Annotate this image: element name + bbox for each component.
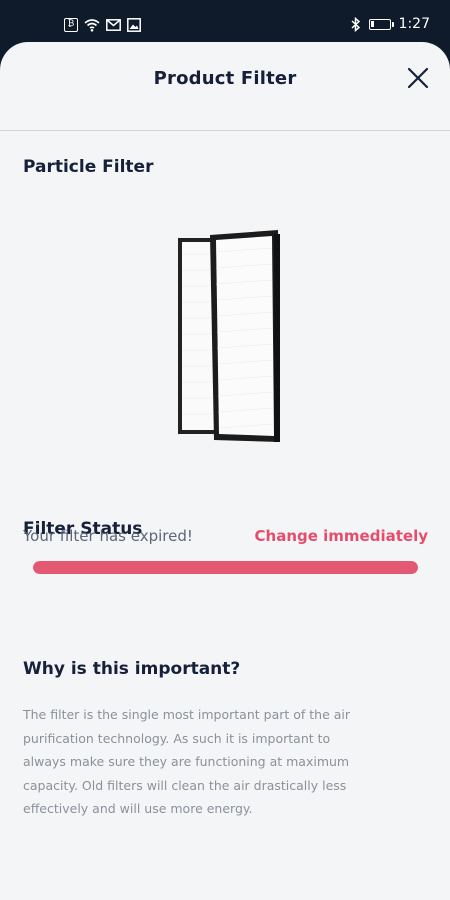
info-body: The filter is the single most important … [23, 707, 351, 816]
change-immediately-link[interactable]: Change immediately [255, 527, 428, 545]
status-bar: ₿ 1:27 [0, 0, 450, 44]
info-title: Why is this important? [23, 659, 241, 679]
mail-icon [106, 19, 121, 31]
sheet-header: Product Filter [0, 42, 450, 131]
filter-status-row: Your filter has expired! Change immediat… [23, 527, 428, 545]
battery-saver-icon: ₿ [64, 18, 78, 32]
notification-icons: ₿ [64, 18, 141, 32]
filter-life-progress [33, 561, 418, 574]
page-title: Product Filter [153, 68, 297, 89]
filter-life-progress-fill [33, 561, 418, 574]
battery-icon [368, 18, 394, 30]
air-filter-image [178, 230, 280, 442]
close-icon[interactable] [404, 64, 432, 92]
wifi-icon [84, 19, 100, 32]
product-filter-sheet: Product Filter Particle Filter Filter St… [0, 42, 450, 900]
bluetooth-icon [351, 16, 360, 32]
status-time: 1:27 [398, 16, 430, 32]
filter-status-message: Your filter has expired! [23, 527, 193, 545]
system-icons: 1:27 [351, 16, 430, 32]
battery-level [370, 20, 374, 27]
product-section-title: Particle Filter [23, 157, 154, 177]
image-icon [127, 18, 141, 32]
